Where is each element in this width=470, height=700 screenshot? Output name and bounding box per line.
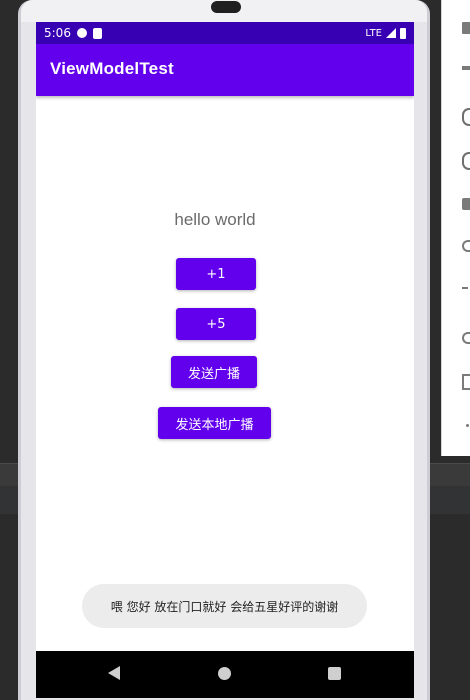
- status-bar: 5:06 LTE: [36, 22, 414, 44]
- app-bar: ViewModelTest: [36, 44, 414, 96]
- sd-card-icon: [92, 27, 102, 39]
- device-screen[interactable]: 5:06 LTE ViewModelTest hello world +1 +5…: [36, 22, 414, 698]
- battery-icon: [400, 27, 406, 39]
- speaker-icon: [211, 1, 241, 13]
- nav-home-icon[interactable]: [218, 667, 231, 680]
- navigation-bar: [36, 651, 414, 698]
- cloud-sync-icon: [76, 28, 87, 38]
- zoom-in-icon[interactable]: [462, 240, 470, 252]
- emulator-toolbar: [441, 0, 470, 456]
- toast-message: 喂 您好 放在门口就好 会给五星好评的谢谢: [82, 584, 367, 628]
- back-icon[interactable]: [462, 287, 468, 289]
- status-right-group: LTE: [365, 27, 406, 39]
- home-icon[interactable]: [462, 332, 470, 344]
- rotate-right-icon[interactable]: [462, 152, 470, 170]
- volume-up-icon[interactable]: [462, 22, 470, 34]
- rotate-left-icon[interactable]: [462, 108, 470, 126]
- overview-icon[interactable]: [462, 374, 470, 390]
- more-icon[interactable]: [466, 424, 469, 427]
- app-title: ViewModelTest: [50, 59, 174, 78]
- send-local-broadcast-button[interactable]: 发送本地广播: [158, 407, 271, 439]
- hello-text: hello world: [174, 210, 256, 229]
- ide-workspace: 5:06 LTE ViewModelTest hello world +1 +5…: [0, 0, 470, 700]
- signal-icon: [386, 28, 396, 38]
- emulator-device-frame: 5:06 LTE ViewModelTest hello world +1 +5…: [18, 0, 430, 700]
- plus-five-button[interactable]: +5: [176, 308, 256, 340]
- nav-recents-icon[interactable]: [328, 667, 341, 680]
- camera-icon[interactable]: [462, 198, 470, 210]
- status-time: 5:06: [44, 26, 71, 40]
- send-broadcast-button[interactable]: 发送广播: [171, 356, 257, 388]
- network-label: LTE: [365, 27, 382, 39]
- nav-back-icon[interactable]: [108, 666, 120, 680]
- ide-left-panel: [0, 0, 18, 700]
- volume-down-icon[interactable]: [462, 66, 470, 70]
- device-top-bezel: [21, 0, 427, 22]
- plus-one-button[interactable]: +1: [176, 258, 256, 290]
